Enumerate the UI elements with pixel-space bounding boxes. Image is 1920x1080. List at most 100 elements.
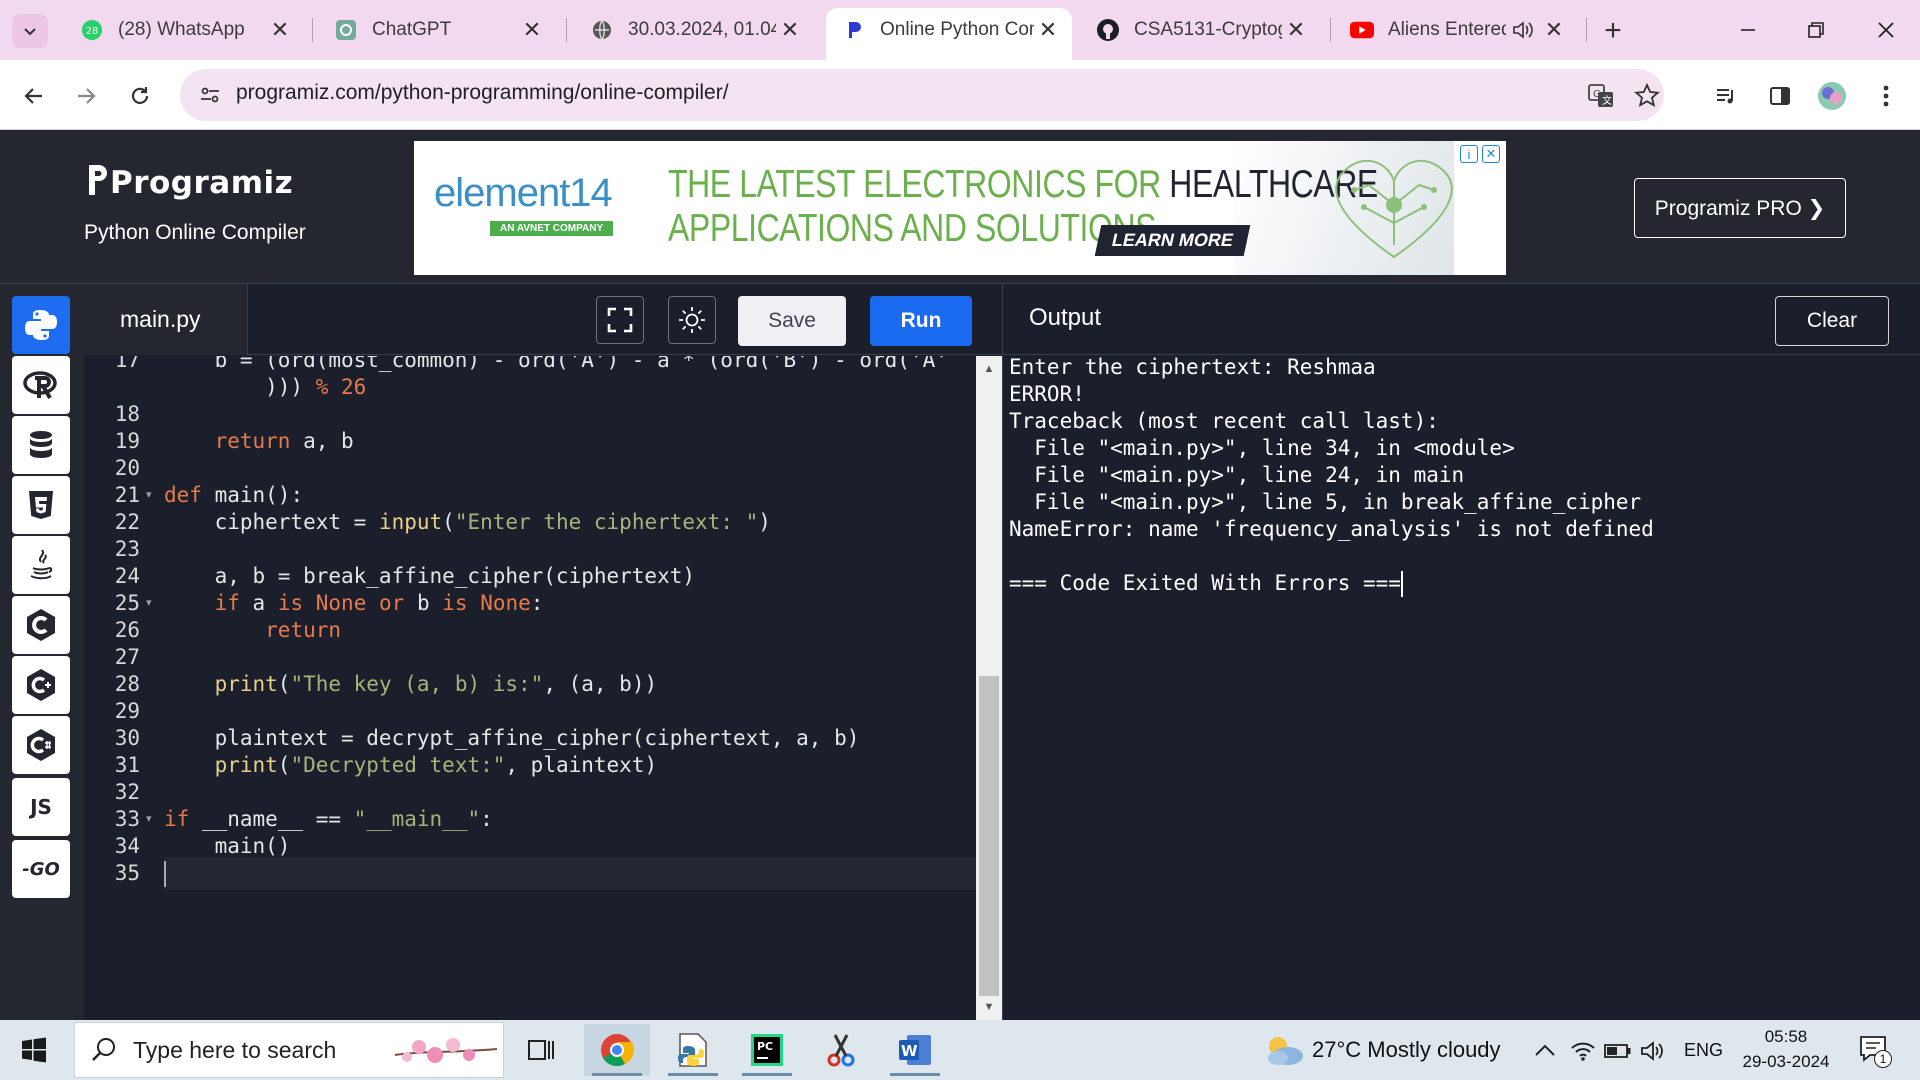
fold-arrow-icon[interactable]: ▾: [146, 479, 160, 512]
code-editor[interactable]: 17 18 19 20 21 ▾ 22 23 24 25 ▾ 26 27 28 29 30 31 32 33 ▾ 34 3…: [84, 356, 1002, 1020]
scrollbar-thumb[interactable]: [979, 676, 999, 996]
code-token: if: [164, 807, 190, 831]
close-tab-icon[interactable]: ✕: [266, 16, 294, 44]
advertisement-banner[interactable]: element14 AN AVNET COMPANY THE LATEST EL…: [414, 141, 1506, 275]
taskbar-search-box[interactable]: Type here to search: [74, 1022, 504, 1078]
ad-learn-more-button[interactable]: LEARN MORE: [1094, 225, 1251, 256]
back-button[interactable]: [14, 76, 54, 116]
go-icon: -GO: [22, 858, 60, 880]
save-button[interactable]: Save: [738, 296, 846, 346]
tab-title: ChatGPT: [372, 19, 452, 40]
taskbar-app-python-idle[interactable]: [660, 1024, 726, 1076]
task-view-button[interactable]: [508, 1024, 574, 1076]
code-token: ciphertext =: [164, 510, 379, 534]
taskbar-app-pycharm[interactable]: PC: [734, 1024, 800, 1076]
close-tab-icon[interactable]: ✕: [1282, 16, 1310, 44]
file-tab-main-py[interactable]: main.py: [84, 284, 248, 355]
code-line[interactable]: [164, 857, 976, 890]
close-tab-icon[interactable]: ✕: [1034, 16, 1062, 44]
sidebar-item-r[interactable]: [12, 356, 70, 414]
wifi-icon[interactable]: [1570, 1040, 1596, 1062]
code-token: None: [480, 591, 531, 615]
translate-icon[interactable]: G文: [1586, 81, 1616, 111]
tab-search-button[interactable]: [12, 14, 48, 48]
editor-scrollbar[interactable]: ▲ ▼: [976, 356, 1002, 1020]
sidebar-item-c[interactable]: [12, 596, 70, 654]
sidebar-item-javascript[interactable]: JS: [12, 778, 70, 836]
taskbar-app-chrome[interactable]: [584, 1024, 650, 1076]
code-token: is: [442, 591, 468, 615]
site-header: Programiz Python Online Compiler element…: [0, 131, 1920, 283]
profile-avatar[interactable]: [1812, 76, 1852, 116]
browser-tab-whatsapp[interactable]: 28 (28) WhatsApp ✕: [64, 8, 304, 52]
line-number-gutter: 17 18 19 20 21 ▾ 22 23 24 25 ▾ 26 27 28 29 30 31 32 33 ▾ 34 3…: [84, 356, 164, 1020]
code-token: def: [164, 483, 202, 507]
ad-heart-circuit-icon: [1335, 159, 1453, 259]
browser-tab-youtube[interactable]: Aliens Entered ✕: [1334, 8, 1578, 52]
close-window-button[interactable]: [1866, 12, 1906, 48]
browser-tab-github[interactable]: CSA5131-Cryptogr ✕: [1080, 8, 1320, 52]
reload-button[interactable]: [120, 76, 160, 116]
sidebar-item-cpp[interactable]: [12, 656, 70, 714]
taskbar-app-word[interactable]: W: [882, 1024, 948, 1076]
sidebar-item-go[interactable]: -GO: [12, 840, 70, 898]
notification-center-button[interactable]: 1: [1856, 1032, 1896, 1072]
side-panel-icon[interactable]: [1760, 76, 1800, 116]
code-area[interactable]: b = (ord(most_common) - ord('A') - a * (…: [164, 356, 976, 1020]
output-line: === Code Exited With Errors ===: [1009, 571, 1403, 597]
programiz-pro-button[interactable]: Programiz PRO ❯: [1634, 178, 1846, 238]
fold-arrow-icon[interactable]: ▾: [146, 587, 160, 620]
ad-close-icon[interactable]: ✕: [1482, 145, 1500, 163]
bookmark-star-icon[interactable]: [1632, 81, 1662, 111]
new-tab-button[interactable]: +: [1596, 14, 1630, 48]
sidebar-item-java[interactable]: [12, 536, 70, 594]
code-token: if: [214, 591, 240, 615]
media-controls-icon[interactable]: [1706, 76, 1746, 116]
site-settings-icon[interactable]: [196, 81, 224, 109]
close-tab-icon[interactable]: ✕: [518, 16, 546, 44]
theme-toggle-button[interactable]: [668, 296, 716, 344]
close-tab-icon[interactable]: ✕: [1540, 16, 1568, 44]
browser-menu-icon[interactable]: [1866, 76, 1906, 116]
input-language[interactable]: ENG: [1684, 1040, 1723, 1061]
speaker-icon[interactable]: [1512, 20, 1534, 40]
code-token: "Decrypted text:": [290, 753, 506, 777]
fullscreen-button[interactable]: [596, 296, 644, 344]
chevron-up-icon[interactable]: [1534, 1043, 1556, 1057]
line-number: 35: [114, 861, 140, 885]
sidebar-item-csharp[interactable]: [12, 716, 70, 774]
ad-info-icon[interactable]: i: [1460, 145, 1478, 163]
whatsapp-icon: 28: [80, 18, 104, 42]
taskbar-app-snipping[interactable]: [808, 1024, 874, 1076]
fold-arrow-icon[interactable]: ▾: [146, 803, 160, 836]
browser-tab-document[interactable]: 30.03.2024, 01.04.2 ✕: [574, 8, 814, 52]
browser-tab-programiz[interactable]: Online Python Com ✕: [826, 8, 1072, 60]
start-button[interactable]: [14, 1032, 54, 1068]
scroll-up-arrow-icon[interactable]: ▲: [982, 362, 996, 376]
restore-button[interactable]: [1796, 12, 1836, 48]
system-clock[interactable]: 05:58 29-03-2024: [1738, 1024, 1834, 1074]
code-token: return: [214, 429, 291, 453]
sidebar-item-python[interactable]: [12, 296, 70, 354]
sidebar-item-html[interactable]: [12, 476, 70, 534]
sidebar-item-sql[interactable]: [12, 416, 70, 474]
browser-tab-chatgpt[interactable]: ChatGPT ✕: [318, 8, 556, 52]
close-tab-icon[interactable]: ✕: [776, 16, 804, 44]
clear-button[interactable]: Clear: [1775, 296, 1889, 346]
code-token: plaintext = decrypt_affine_cipher(cipher…: [164, 726, 860, 750]
address-bar[interactable]: programiz.com/python-programming/online-…: [180, 69, 1664, 121]
run-button[interactable]: Run: [870, 296, 972, 346]
forward-button[interactable]: [66, 76, 106, 116]
volume-icon[interactable]: [1640, 1040, 1666, 1062]
scroll-down-arrow-icon[interactable]: ▼: [982, 1000, 996, 1014]
output-console[interactable]: Enter the ciphertext: Reshmaa ERROR! Trace…: [1002, 355, 1920, 1020]
weather-cloudy-icon: [1268, 1037, 1303, 1065]
chrome-icon: [601, 1034, 634, 1067]
code-token: __name__ ==: [189, 807, 354, 831]
ad-controls: i ✕: [1460, 145, 1500, 163]
weather-text[interactable]: 27°C Mostly cloudy: [1312, 1037, 1501, 1063]
minimize-button[interactable]: [1728, 12, 1768, 48]
battery-icon[interactable]: [1604, 1043, 1632, 1059]
programiz-logo[interactable]: Programiz: [86, 163, 293, 201]
